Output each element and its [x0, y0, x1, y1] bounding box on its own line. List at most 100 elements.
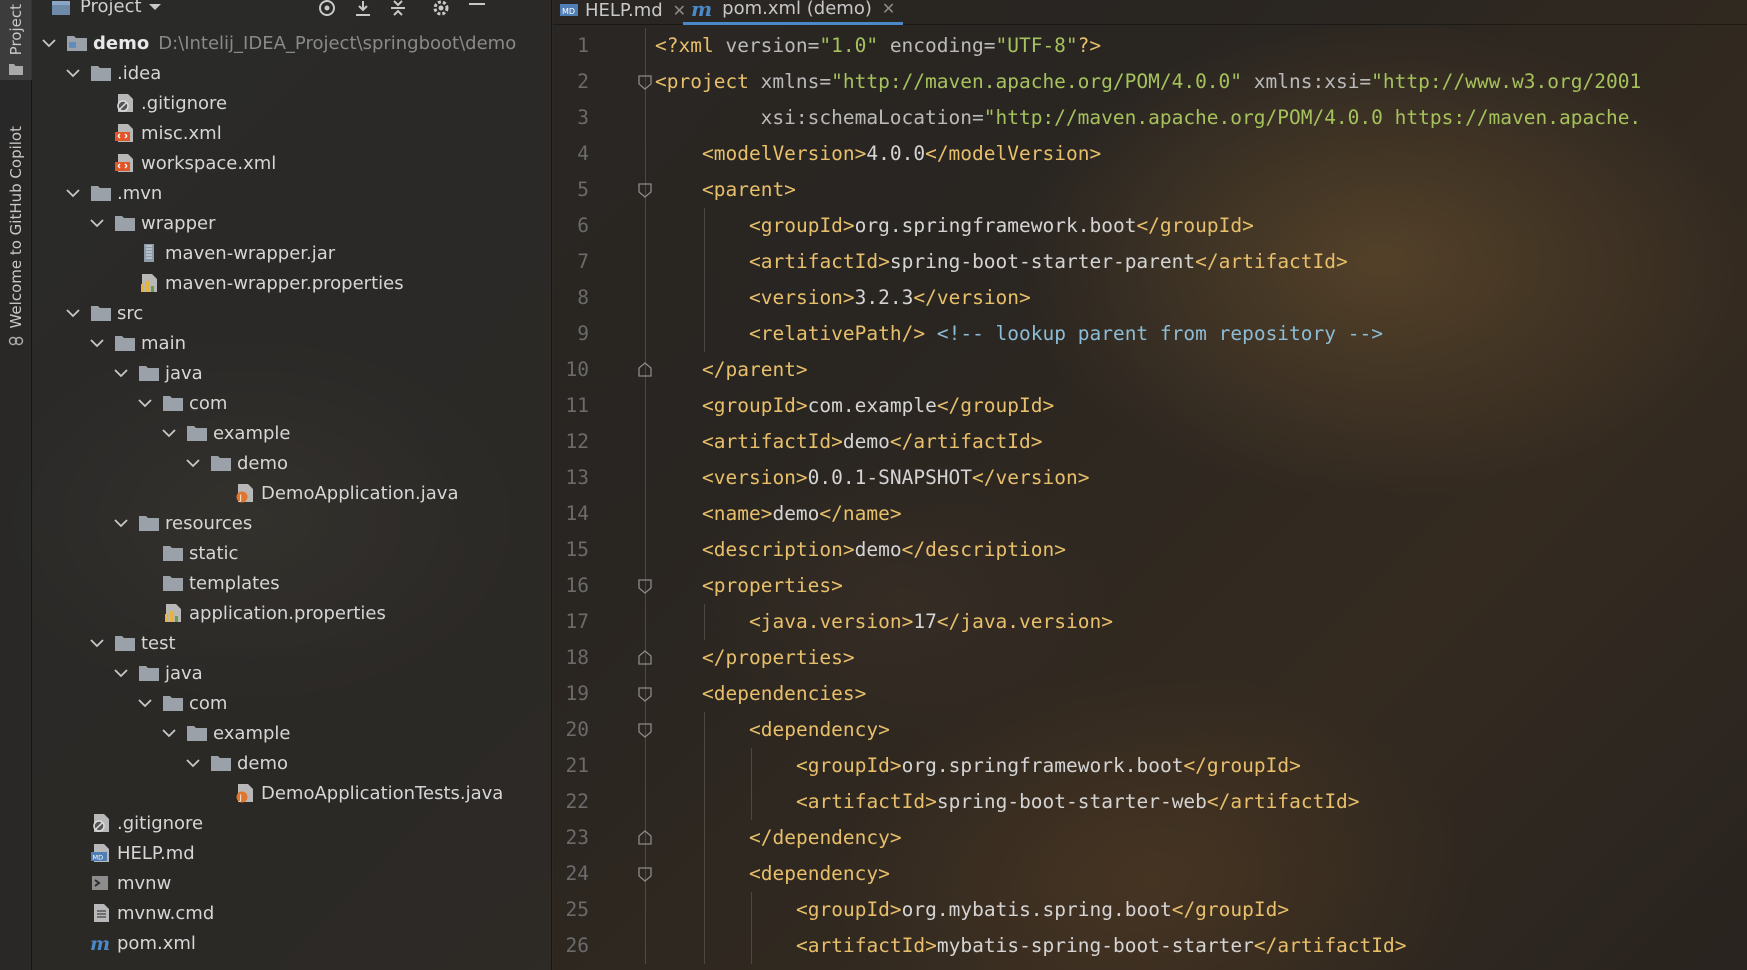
- tree-file-row[interactable]: m pom.xml: [32, 928, 552, 958]
- chevron-down-icon[interactable]: [64, 184, 82, 202]
- code-line[interactable]: 23 </dependency>: [553, 820, 1747, 856]
- fold-open-icon[interactable]: [637, 866, 653, 882]
- code-line[interactable]: 5 <parent>: [553, 172, 1747, 208]
- fold-close-icon[interactable]: [637, 362, 653, 378]
- collapse-all-icon[interactable]: [387, 0, 409, 18]
- code-line[interactable]: 2 <project xmlns="http://maven.apache.org…: [553, 64, 1747, 100]
- code-line[interactable]: 8 <version>3.2.3</version>: [553, 280, 1747, 316]
- chevron-down-icon[interactable]: [136, 694, 154, 712]
- folder-icon: [115, 216, 135, 231]
- tab-help-md[interactable]: MD HELP.md ✕: [551, 0, 694, 25]
- tree-folder-row[interactable]: example: [32, 418, 552, 448]
- line-number: 19: [565, 682, 589, 705]
- code-token: </description>: [901, 538, 1066, 561]
- code-line[interactable]: 19 <dependencies>: [553, 676, 1747, 712]
- chevron-down-icon[interactable]: [112, 514, 130, 532]
- chevron-down-icon[interactable]: [184, 754, 202, 772]
- tree-folder-row[interactable]: java: [32, 658, 552, 688]
- tree-folder-row[interactable]: java: [32, 358, 552, 388]
- code-line[interactable]: 13 <version>0.0.1-SNAPSHOT</version>: [553, 460, 1747, 496]
- chevron-down-icon[interactable]: [136, 394, 154, 412]
- code-line[interactable]: 12 <artifactId>demo</artifactId>: [553, 424, 1747, 460]
- tree-file-row[interactable]: .gitignore: [32, 88, 552, 118]
- code-line[interactable]: 16 <properties>: [553, 568, 1747, 604]
- tree-folder-row[interactable]: demo: [32, 448, 552, 478]
- tree-folder-row[interactable]: src: [32, 298, 552, 328]
- code-line[interactable]: 26 <artifactId>mybatis-spring-boot-starte…: [553, 928, 1747, 964]
- project-panel-title[interactable]: Project: [80, 0, 142, 17]
- code-line[interactable]: 22 <artifactId>spring-boot-starter-web</a…: [553, 784, 1747, 820]
- fold-open-icon[interactable]: [637, 74, 653, 90]
- tree-file-row[interactable]: maven-wrapper.properties: [32, 268, 552, 298]
- tree-folder-row[interactable]: .idea: [32, 58, 552, 88]
- fold-open-icon[interactable]: [637, 722, 653, 738]
- tree-file-row[interactable]: misc.xml: [32, 118, 552, 148]
- tree-file-row[interactable]: J DemoApplication.java: [32, 478, 552, 508]
- chevron-down-icon[interactable]: [40, 34, 58, 52]
- code-token: </version>: [913, 286, 1031, 309]
- fold-close-icon[interactable]: [637, 830, 653, 846]
- copilot-tool-tab[interactable]: Welcome to GitHub Copilot: [0, 112, 32, 362]
- gear-icon[interactable]: [430, 0, 452, 18]
- code-line[interactable]: 9 <relativePath/> <!-- lookup parent from…: [553, 316, 1747, 352]
- tree-folder-row[interactable]: templates: [32, 568, 552, 598]
- minimize-icon[interactable]: [466, 0, 488, 18]
- code-line[interactable]: 3 xsi:schemaLocation="http://maven.apach…: [553, 100, 1747, 136]
- code-line[interactable]: 14 <name>demo</name>: [553, 496, 1747, 532]
- code-line[interactable]: 10 </parent>: [553, 352, 1747, 388]
- fold-close-icon[interactable]: [637, 650, 653, 666]
- code-line[interactable]: 17 <java.version>17</java.version>: [553, 604, 1747, 640]
- tree-file-row[interactable]: application.properties: [32, 598, 552, 628]
- tree-file-row[interactable]: maven-wrapper.jar: [32, 238, 552, 268]
- chevron-down-icon[interactable]: [160, 724, 178, 742]
- tree-folder-row[interactable]: demo D:\Intelij_IDEA_Project\springboot\d…: [32, 28, 552, 58]
- fold-open-icon[interactable]: [637, 182, 653, 198]
- project-tool-tab[interactable]: Project: [0, 0, 32, 80]
- tree-file-row[interactable]: mvnw: [32, 868, 552, 898]
- expand-all-icon[interactable]: [352, 0, 374, 18]
- locate-icon[interactable]: [316, 0, 338, 18]
- chevron-down-icon[interactable]: [88, 214, 106, 232]
- code-line[interactable]: 7 <artifactId>spring-boot-starter-parent<…: [553, 244, 1747, 280]
- code-text: <artifactId>spring-boot-starter-parent</…: [749, 244, 1348, 280]
- tab-label: HELP.md: [585, 0, 663, 21]
- chevron-down-icon[interactable]: [64, 304, 82, 322]
- tree-file-row[interactable]: MD HELP.md: [32, 838, 552, 868]
- tree-folder-row[interactable]: .mvn: [32, 178, 552, 208]
- code-line[interactable]: 1 <?xml version="1.0" encoding="UTF-8"?>: [553, 28, 1747, 64]
- code-line[interactable]: 25 <groupId>org.mybatis.spring.boot</grou…: [553, 892, 1747, 928]
- tree-folder-row[interactable]: com: [32, 688, 552, 718]
- tree-folder-row[interactable]: static: [32, 538, 552, 568]
- chevron-down-icon[interactable]: [184, 454, 202, 472]
- code-line[interactable]: 15 <description>demo</description>: [553, 532, 1747, 568]
- tab-pom-xml[interactable]: m pom.xml (demo) ✕: [683, 0, 904, 25]
- chevron-down-icon[interactable]: [112, 364, 130, 382]
- tree-folder-row[interactable]: main: [32, 328, 552, 358]
- tree-file-row[interactable]: .gitignore: [32, 808, 552, 838]
- code-line[interactable]: 21 <groupId>org.springframework.boot</gro…: [553, 748, 1747, 784]
- code-line[interactable]: 11 <groupId>com.example</groupId>: [553, 388, 1747, 424]
- chevron-down-icon[interactable]: [88, 334, 106, 352]
- tree-folder-row[interactable]: resources: [32, 508, 552, 538]
- code-line[interactable]: 6 <groupId>org.springframework.boot</grou…: [553, 208, 1747, 244]
- code-line[interactable]: 4 <modelVersion>4.0.0</modelVersion>: [553, 136, 1747, 172]
- tree-file-row[interactable]: J DemoApplicationTests.java: [32, 778, 552, 808]
- code-line[interactable]: 24 <dependency>: [553, 856, 1747, 892]
- code-line[interactable]: 20 <dependency>: [553, 712, 1747, 748]
- tree-folder-row[interactable]: example: [32, 718, 552, 748]
- fold-open-icon[interactable]: [637, 686, 653, 702]
- tree-file-row[interactable]: mvnw.cmd: [32, 898, 552, 928]
- chevron-down-icon[interactable]: [160, 424, 178, 442]
- fold-open-icon[interactable]: [637, 578, 653, 594]
- close-icon[interactable]: ✕: [882, 0, 895, 18]
- tree-file-row[interactable]: workspace.xml: [32, 148, 552, 178]
- tree-folder-row[interactable]: test: [32, 628, 552, 658]
- tree-folder-row[interactable]: wrapper: [32, 208, 552, 238]
- chevron-down-icon[interactable]: [64, 64, 82, 82]
- chevron-down-icon[interactable]: [88, 634, 106, 652]
- chevron-down-icon[interactable]: [112, 664, 130, 682]
- tree-folder-row[interactable]: com: [32, 388, 552, 418]
- tree-folder-row[interactable]: demo: [32, 748, 552, 778]
- chevron-down-icon[interactable]: [144, 0, 166, 18]
- code-line[interactable]: 18 </properties>: [553, 640, 1747, 676]
